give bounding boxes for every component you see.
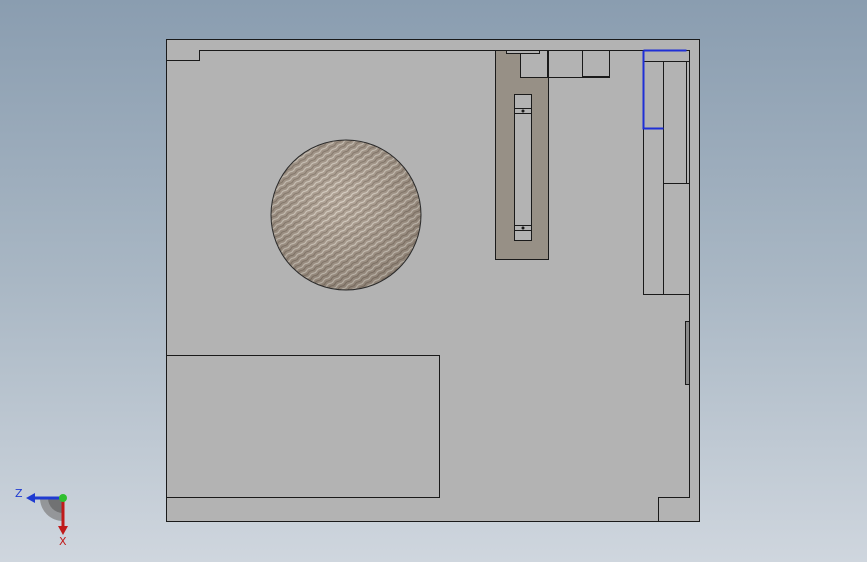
side-tab[interactable]: [685, 321, 690, 385]
top-connector[interactable]: [548, 50, 610, 78]
reference-triad: Z X: [15, 487, 68, 548]
graphics-viewport[interactable]: Z X: [0, 0, 867, 562]
model-view[interactable]: Z X: [0, 0, 867, 562]
y-axis-dot: [59, 494, 67, 502]
round-disk[interactable]: [270, 139, 422, 291]
vertical-slot[interactable]: [495, 50, 549, 260]
z-axis-arrow: [26, 493, 35, 503]
x-axis-label: X: [59, 535, 67, 548]
z-axis-label: Z: [15, 487, 23, 500]
right-rail[interactable]: [642, 49, 690, 295]
lower-left-pad[interactable]: [166, 355, 440, 498]
x-axis-arrow: [58, 526, 68, 535]
